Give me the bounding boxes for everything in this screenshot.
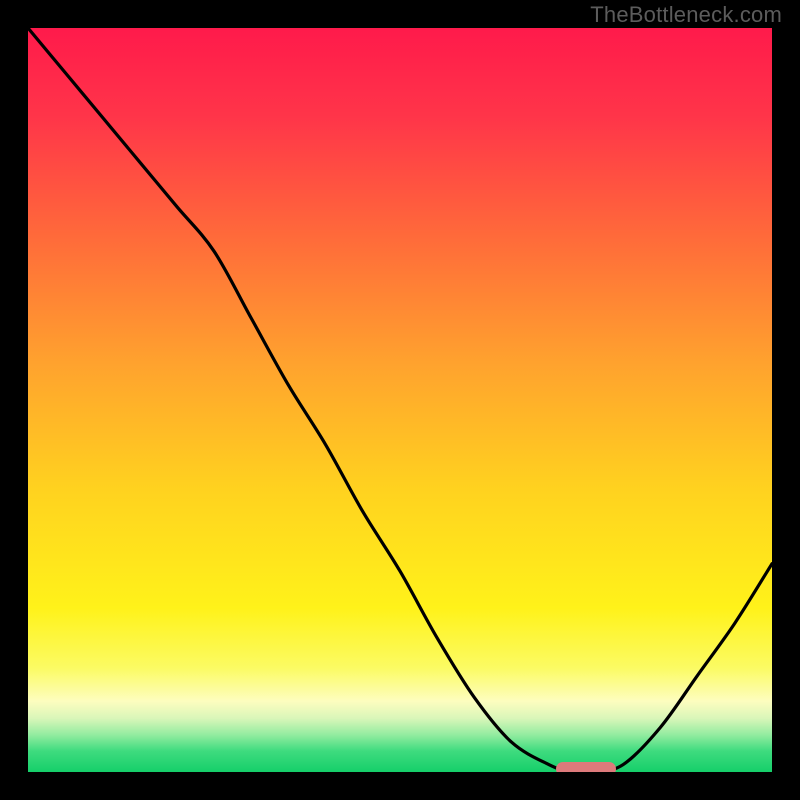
bottleneck-curve (28, 28, 772, 772)
chart-frame: TheBottleneck.com (0, 0, 800, 800)
plot-area (28, 28, 772, 772)
watermark-text: TheBottleneck.com (590, 2, 782, 28)
curve-layer (28, 28, 772, 772)
optimal-marker (556, 762, 616, 772)
